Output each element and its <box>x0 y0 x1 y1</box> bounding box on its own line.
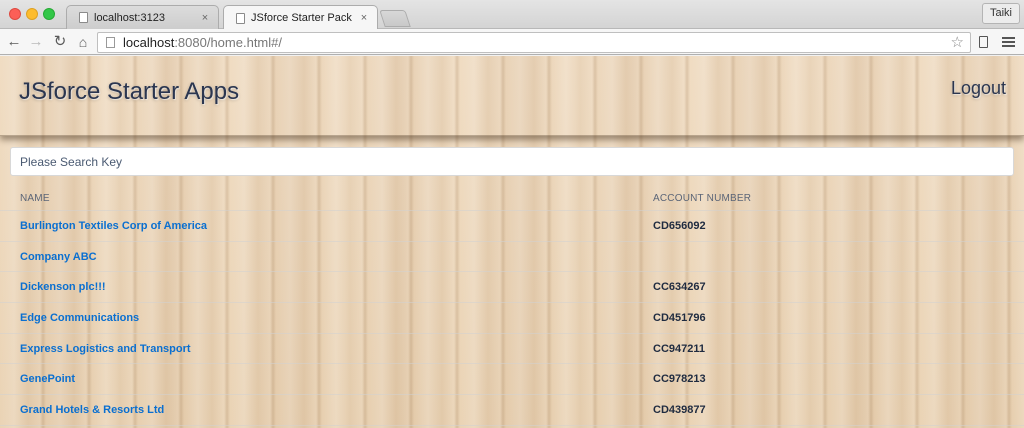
account-number-cell: CD451796 <box>653 303 706 333</box>
menu-icon[interactable] <box>1002 32 1015 49</box>
column-header-account-number: ACCOUNT NUMBER <box>653 192 752 204</box>
account-number: CD656092 <box>653 219 706 232</box>
page-icon <box>236 12 245 24</box>
account-number-cell: CC978213 <box>653 364 706 394</box>
browser-tab-bar: localhost:3123 × JSforce Starter Pack × … <box>0 0 1024 30</box>
account-number-cell: CD656092 <box>653 211 706 241</box>
account-number-cell: CC634267 <box>653 272 706 302</box>
account-name-link[interactable]: Burlington Textiles Corp of America <box>20 220 207 232</box>
tab-localhost-3123[interactable]: localhost:3123 × <box>66 5 219 29</box>
account-name-cell: GenePoint <box>20 364 75 394</box>
account-name-link[interactable]: Company ABC <box>20 251 97 263</box>
account-name-link[interactable]: Edge Communications <box>20 312 139 324</box>
account-name-cell: Company ABC <box>20 242 97 272</box>
browser-toolbar: ← → ↻ ⌂ localhost:8080/home.html#/ ☆ <box>0 29 1024 55</box>
bookmark-star-icon[interactable]: ☆ <box>951 33 964 52</box>
close-icon[interactable]: × <box>198 12 212 24</box>
new-tab-button[interactable] <box>379 10 411 27</box>
table-row: Express Logistics and Transport CC947211 <box>0 334 1024 365</box>
account-name-link[interactable]: Grand Hotels & Resorts Ltd <box>20 404 164 416</box>
account-name-link[interactable]: Dickenson plc!!! <box>20 281 106 293</box>
profile-button[interactable]: Taiki <box>981 3 1020 24</box>
tab-jsforce-starter-pack[interactable]: JSforce Starter Pack × <box>223 5 378 30</box>
app-header: JSforce Starter Apps Logout <box>0 56 1024 136</box>
close-window-button[interactable] <box>9 8 21 20</box>
table-row: Company ABC <box>0 242 1024 273</box>
account-number: CC947211 <box>653 342 705 355</box>
account-number-cell: CC947211 <box>653 334 705 364</box>
account-number: CC978213 <box>653 373 706 386</box>
search-input[interactable] <box>10 147 1014 176</box>
back-arrow-icon[interactable]: ← <box>5 32 23 52</box>
table-row: Dickenson plc!!! CC634267 <box>0 272 1024 304</box>
account-name-link[interactable]: GenePoint <box>20 373 75 385</box>
home-icon[interactable]: ⌂ <box>74 32 92 52</box>
url-path: :8080/home.html#/ <box>174 35 282 50</box>
url-host: localhost <box>123 35 175 50</box>
account-number: CC634267 <box>653 281 706 294</box>
minimize-window-button[interactable] <box>26 8 38 20</box>
reload-icon[interactable]: ↻ <box>51 32 69 52</box>
maximize-window-button[interactable] <box>43 8 55 20</box>
page-icon <box>106 37 115 48</box>
account-name-cell: Grand Hotels & Resorts Ltd <box>20 395 164 425</box>
account-number-cell: CD439877 <box>653 395 706 425</box>
forward-arrow-icon[interactable]: → <box>27 32 45 52</box>
table-row: GenePoint CC978213 <box>0 364 1024 396</box>
close-icon[interactable]: × <box>357 12 371 24</box>
tab-label: localhost:3123 <box>94 11 165 24</box>
address-bar[interactable]: localhost:8080/home.html#/ ☆ <box>97 32 971 53</box>
page-content: JSforce Starter Apps Logout NAME ACCOUNT… <box>0 56 1024 428</box>
tab-label: JSforce Starter Pack <box>251 12 352 24</box>
logout-link[interactable]: Logout <box>951 78 1006 99</box>
account-name-cell: Express Logistics and Transport <box>20 334 191 364</box>
account-number: CD451796 <box>653 311 706 324</box>
account-name-cell: Edge Communications <box>20 303 139 333</box>
page-icon <box>79 12 88 23</box>
table-row: Grand Hotels & Resorts Ltd CD439877 <box>0 395 1024 426</box>
table-row: Edge Communications CD451796 <box>0 303 1024 334</box>
account-name-link[interactable]: Express Logistics and Transport <box>20 343 191 355</box>
page-title: JSforce Starter Apps <box>19 78 240 105</box>
url-text: localhost:8080/home.html#/ <box>123 35 282 50</box>
account-name-cell: Burlington Textiles Corp of America <box>20 211 207 241</box>
accounts-table: NAME ACCOUNT NUMBER Burlington Textiles … <box>0 186 1024 426</box>
account-number: CD439877 <box>653 403 706 416</box>
account-name-cell: Dickenson plc!!! <box>20 272 106 302</box>
table-header-row: NAME ACCOUNT NUMBER <box>0 186 1024 211</box>
extension-icon[interactable] <box>979 32 988 53</box>
column-header-name: NAME <box>20 192 50 204</box>
table-row: Burlington Textiles Corp of America CD65… <box>0 211 1024 242</box>
